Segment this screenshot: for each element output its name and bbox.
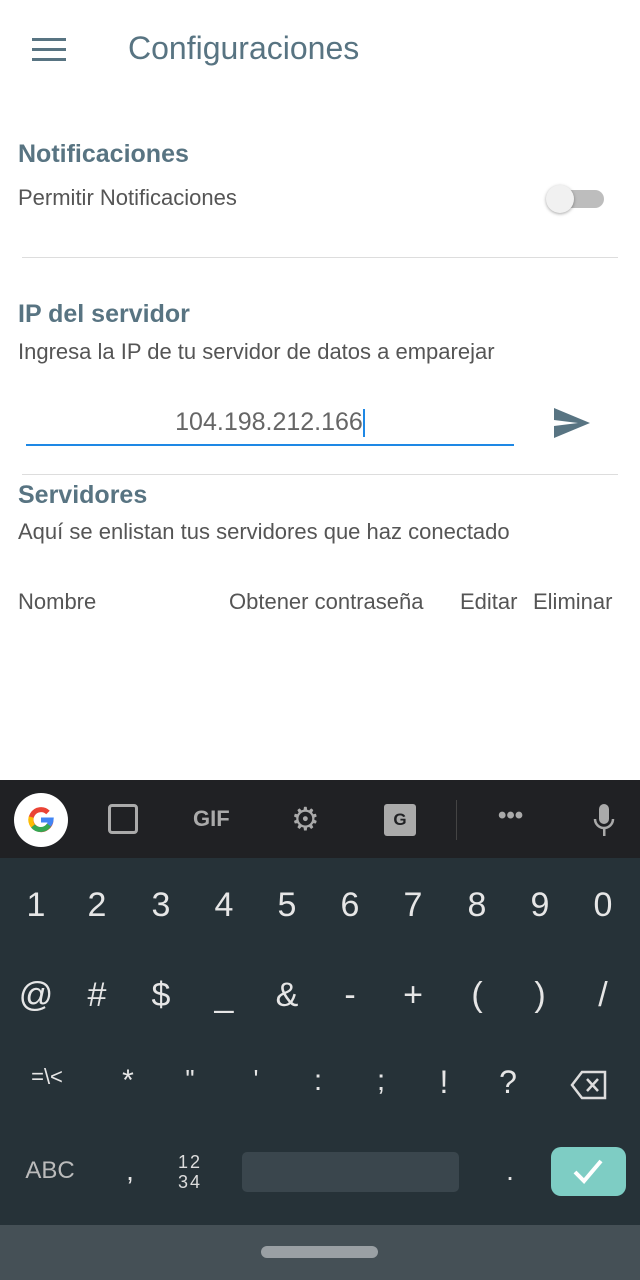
key[interactable]: 3 xyxy=(131,886,191,925)
key[interactable]: ? xyxy=(478,1064,538,1101)
server-ip-heading: IP del servidor xyxy=(18,300,190,328)
microphone-icon[interactable] xyxy=(592,802,616,843)
key[interactable]: & xyxy=(257,976,317,1015)
more-icon[interactable]: ••• xyxy=(498,802,523,830)
key[interactable]: 7 xyxy=(383,886,443,925)
key[interactable]: ) xyxy=(510,976,570,1015)
key[interactable]: - xyxy=(320,976,380,1015)
servers-description: Aquí se enlistan tus servidores que haz … xyxy=(18,519,510,544)
notifications-toggle[interactable] xyxy=(546,185,604,213)
key[interactable]: " xyxy=(160,1064,220,1095)
abc-key[interactable]: ABC xyxy=(20,1157,80,1185)
key[interactable]: $ xyxy=(131,976,191,1015)
sticker-icon[interactable] xyxy=(108,804,138,834)
keyboard-toolbar xyxy=(0,780,640,858)
server-ip-description: Ingresa la IP de tu servidor de datos a … xyxy=(18,339,495,364)
key[interactable]: * xyxy=(98,1064,158,1098)
space-key[interactable] xyxy=(242,1152,459,1192)
key[interactable]: @ xyxy=(6,976,66,1015)
notifications-heading: Notificaciones xyxy=(18,140,189,168)
google-icon[interactable] xyxy=(14,793,68,847)
key[interactable]: ( xyxy=(447,976,507,1015)
server-ip-value: 104.198.212.166 xyxy=(175,408,363,436)
key[interactable]: ; xyxy=(351,1064,411,1098)
key[interactable]: 5 xyxy=(257,886,317,925)
key[interactable]: # xyxy=(67,976,127,1015)
key[interactable]: : xyxy=(288,1064,348,1098)
toolbar-divider xyxy=(456,800,457,840)
column-delete: Eliminar xyxy=(533,589,613,614)
allow-notifications-label: Permitir Notificaciones xyxy=(18,185,237,210)
key[interactable]: 8 xyxy=(447,886,507,925)
key[interactable]: 6 xyxy=(320,886,380,925)
gear-icon[interactable]: ⚙ xyxy=(291,800,320,838)
key[interactable]: 4 xyxy=(194,886,254,925)
gif-icon[interactable]: GIF xyxy=(193,806,230,832)
home-gesture-handle[interactable] xyxy=(261,1246,378,1258)
key[interactable]: 9 xyxy=(510,886,570,925)
divider xyxy=(22,474,618,475)
key[interactable]: =\< xyxy=(17,1064,77,1090)
send-icon[interactable] xyxy=(552,406,592,445)
enter-check-key[interactable] xyxy=(551,1147,626,1196)
backspace-icon[interactable] xyxy=(570,1070,608,1105)
period-key[interactable]: . xyxy=(480,1155,540,1187)
servers-heading: Servidores xyxy=(18,481,148,509)
server-ip-input[interactable]: 104.198.212.166 xyxy=(26,400,514,446)
column-name: Nombre xyxy=(18,589,97,614)
key[interactable]: ! xyxy=(414,1064,474,1101)
page-title: Configuraciones xyxy=(128,30,360,66)
key[interactable]: 2 xyxy=(67,886,127,925)
divider xyxy=(22,257,618,258)
translate-icon[interactable]: G xyxy=(384,804,416,836)
key[interactable]: ' xyxy=(226,1064,286,1095)
hamburger-menu-icon[interactable] xyxy=(32,38,66,64)
key[interactable]: 1 xyxy=(6,886,66,925)
key[interactable]: _ xyxy=(194,976,254,1015)
key[interactable]: + xyxy=(383,976,443,1015)
key[interactable]: 0 xyxy=(573,886,633,925)
key[interactable]: / xyxy=(573,976,633,1015)
column-get-password: Obtener contraseña xyxy=(229,589,424,614)
numpad-key[interactable]: 12 34 xyxy=(178,1152,202,1192)
comma-key[interactable]: , xyxy=(100,1155,160,1187)
column-edit: Editar xyxy=(460,589,518,614)
